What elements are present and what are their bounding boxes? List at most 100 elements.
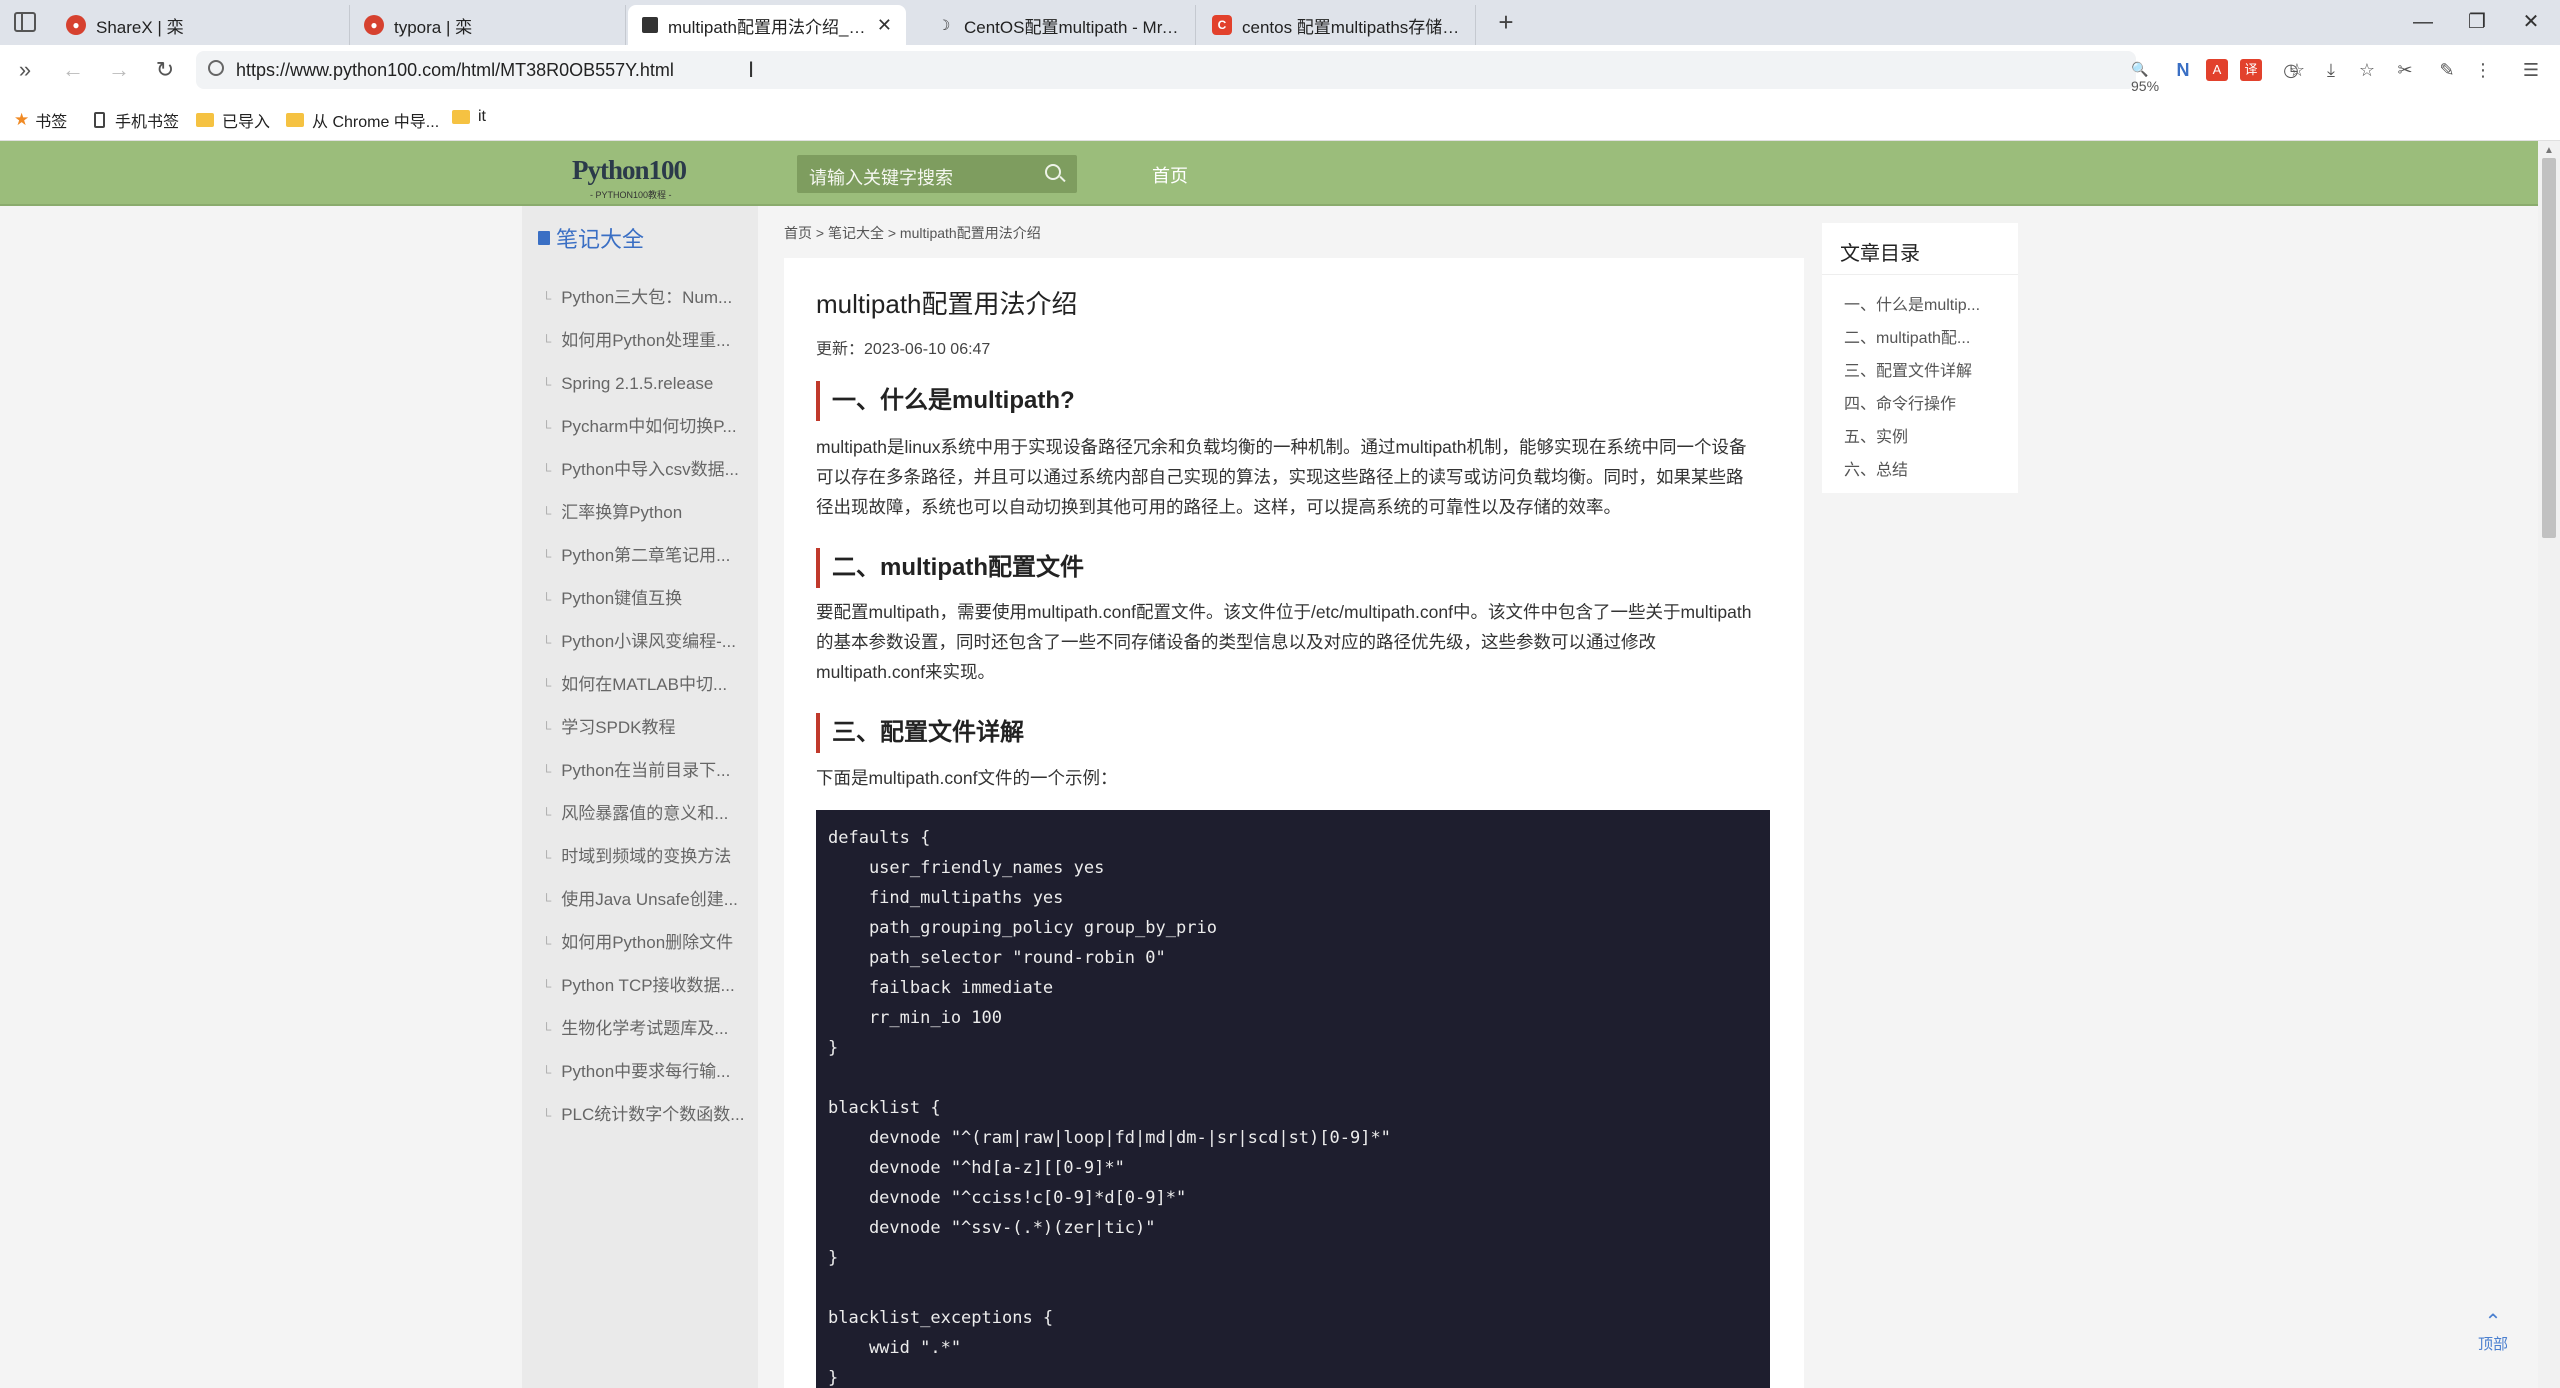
sidebar-item[interactable]: └ 汇率换算Python bbox=[522, 491, 758, 534]
tab-typora[interactable]: ● typora | 栾 bbox=[350, 5, 626, 45]
folder-icon bbox=[196, 113, 214, 127]
sidebar-item[interactable]: └ 如何用Python删除文件 bbox=[522, 921, 758, 964]
back-button[interactable]: ← bbox=[58, 55, 88, 85]
arrow-up-icon: ⌃ bbox=[2484, 1311, 2502, 1333]
history-icon[interactable]: ◷ bbox=[2280, 59, 2302, 81]
toc-divider bbox=[1822, 274, 2018, 275]
close-window-button[interactable]: ✕ bbox=[2506, 6, 2556, 38]
toc-item[interactable]: 一、什么是multip... bbox=[1844, 291, 1980, 324]
toc-item[interactable]: 三、配置文件详解 bbox=[1844, 357, 1980, 390]
book-icon bbox=[538, 231, 550, 245]
sidebar-item[interactable]: └ 学习SPDK教程 bbox=[522, 706, 758, 749]
sidebar-item[interactable]: └ Python中导入csv数据... bbox=[522, 448, 758, 491]
pdf-extension-icon[interactable]: A bbox=[2206, 59, 2228, 81]
bookmark-imported[interactable]: 已导入 bbox=[196, 108, 270, 132]
sidebar-title[interactable]: 笔记大全 bbox=[538, 222, 644, 254]
toc-item[interactable]: 五、实例 bbox=[1844, 423, 1980, 456]
article-card: multipath配置用法介绍 更新：2023-06-10 06:47 一、什么… bbox=[784, 258, 1804, 1388]
bookmark-from-chrome[interactable]: 从 Chrome 中导... bbox=[286, 108, 439, 132]
zoom-indicator[interactable]: 🔍 95% bbox=[2131, 61, 2159, 94]
site-header: Python100 - PYTHON100教程 - 请输入关键字搜索 首页 bbox=[0, 141, 2538, 206]
sidebar-item[interactable]: └ 生物化学考试题库及... bbox=[522, 1007, 758, 1050]
sidebar-item[interactable]: └ Python键值互换 bbox=[522, 577, 758, 620]
csdn-icon: C bbox=[1212, 15, 1232, 35]
sidebar-item[interactable]: └ Python三大包：Num... bbox=[522, 276, 758, 319]
section-paragraph-2: 要配置multipath，需要使用multipath.conf配置文件。该文件位… bbox=[816, 602, 1752, 682]
extension-n-icon[interactable]: N bbox=[2172, 59, 2194, 81]
list-bullet-icon: └ bbox=[542, 764, 552, 779]
tab-multipath-active[interactable]: multipath配置用法介绍_笔记大全 ✕ bbox=[628, 5, 906, 45]
list-bullet-icon: └ bbox=[542, 549, 552, 564]
new-tab-button[interactable]: + bbox=[1490, 6, 1522, 38]
sidebar-item[interactable]: └ Python在当前目录下... bbox=[522, 749, 758, 792]
bookmark-mobile[interactable]: 手机书签 bbox=[94, 108, 179, 132]
sidebar-item[interactable]: └ Python中要求每行输... bbox=[522, 1050, 758, 1093]
sidebar-item[interactable]: └ PLC统计数字个数函数... bbox=[522, 1093, 758, 1136]
sidebar-item[interactable]: └ Python TCP接收数据... bbox=[522, 964, 758, 1007]
url-field[interactable]: https://www.python100.com/html/MT38R0OB5… bbox=[196, 51, 2305, 94]
list-bullet-icon: └ bbox=[542, 1108, 552, 1123]
page-viewport: Python100 - PYTHON100教程 - 请输入关键字搜索 首页 笔记… bbox=[0, 141, 2560, 1388]
toc-item[interactable]: 六、总结 bbox=[1844, 456, 1980, 489]
sidebar-item[interactable]: └ Python小课风变编程-... bbox=[522, 620, 758, 663]
browser-tab-bar: ● ShareX | 栾 ● typora | 栾 multipath配置用法介… bbox=[0, 0, 2560, 45]
notes-sidebar: 笔记大全 └ Python三大包：Num... └ 如何用Python处理重... └ S… bbox=[522, 206, 758, 1388]
site-search-input[interactable]: 请输入关键字搜索 bbox=[797, 155, 1077, 193]
list-bullet-icon: └ bbox=[542, 1065, 552, 1080]
tab-sharex[interactable]: ● ShareX | 栾 bbox=[52, 5, 350, 45]
translate-extension-icon[interactable]: 译 bbox=[2240, 59, 2262, 81]
reload-button[interactable]: ↻ bbox=[150, 55, 180, 85]
sidebar-item[interactable]: └ 如何在MATLAB中切... bbox=[522, 663, 758, 706]
folder-icon bbox=[286, 113, 304, 127]
close-icon[interactable]: ✕ bbox=[877, 15, 892, 36]
sidebar-item[interactable]: └ 风险暴露值的意义和... bbox=[522, 792, 758, 835]
toc-list: 一、什么是multip... 二、multipath配... 三、配置文件详解 四、命… bbox=[1844, 291, 1980, 489]
tab-centos-bob[interactable]: ☽ CentOS配置multipath - Mr.Bob bbox=[920, 5, 1196, 45]
section-heading-1: 一、什么是multipath? bbox=[816, 381, 1075, 421]
download-icon[interactable]: ⤓ bbox=[2320, 59, 2342, 81]
list-bullet-icon: └ bbox=[542, 334, 552, 349]
sidebar-item[interactable]: └ 如何用Python处理重... bbox=[522, 319, 758, 362]
list-bullet-icon: └ bbox=[542, 420, 552, 435]
scrollbar-thumb[interactable] bbox=[2542, 158, 2556, 538]
sidebar-item[interactable]: └ 使用Java Unsafe创建... bbox=[522, 878, 758, 921]
sidebar-item[interactable]: └ Spring 2.1.5.release bbox=[522, 362, 758, 405]
sidebar-item[interactable]: └ Pycharm中如何切换P... bbox=[522, 405, 758, 448]
section-heading-2: 二、multipath配置文件 bbox=[816, 548, 1084, 588]
search-icon[interactable] bbox=[1045, 164, 1061, 180]
tab-centos-csdn[interactable]: C centos 配置multipaths存储多路 bbox=[1198, 5, 1476, 45]
favorites-icon[interactable]: ☆ bbox=[2356, 59, 2378, 81]
minimize-button[interactable]: — bbox=[2398, 6, 2448, 38]
scissors-icon[interactable]: ✂ bbox=[2394, 59, 2416, 81]
sidebar-item[interactable]: └ Python第二章笔记用... bbox=[522, 534, 758, 577]
bookmark-bookmarks[interactable]: ★ 书签 bbox=[14, 108, 67, 132]
list-bullet-icon: └ bbox=[542, 850, 552, 865]
back-to-top-button[interactable]: ⌃ 顶部 bbox=[2468, 1311, 2518, 1371]
restore-button[interactable]: ❐ bbox=[2452, 6, 2502, 38]
sidebar-toggle-icon[interactable] bbox=[14, 12, 36, 32]
list-bullet-icon: └ bbox=[542, 721, 552, 736]
expand-sidebar-icon[interactable]: » bbox=[10, 55, 40, 85]
logo-icon: ● bbox=[364, 15, 384, 35]
list-bullet-icon: └ bbox=[542, 1022, 552, 1037]
text-cursor-icon: I bbox=[748, 57, 755, 82]
code-block[interactable]: defaults { user_friendly_names yes find_… bbox=[816, 810, 1770, 1388]
menu-icon[interactable]: ☰ bbox=[2520, 59, 2542, 81]
site-logo[interactable]: Python100 - PYTHON100教程 - bbox=[572, 155, 687, 200]
list-bullet-icon: └ bbox=[542, 979, 552, 994]
sidebar-item[interactable]: └ 时域到频域的变换方法 bbox=[522, 835, 758, 878]
more-icon[interactable]: ⋮ bbox=[2472, 59, 2494, 81]
nav-home-link[interactable]: 首页 bbox=[1152, 162, 1188, 188]
toc-item[interactable]: 四、命令行操作 bbox=[1844, 390, 1980, 423]
breadcrumb[interactable]: 首页 > 笔记大全 > multipath配置用法介绍 bbox=[784, 223, 1041, 243]
list-bullet-icon: └ bbox=[542, 463, 552, 478]
bookmark-it[interactable]: it bbox=[452, 108, 486, 126]
scroll-up-icon[interactable]: ▲ bbox=[2544, 145, 2554, 156]
star-icon: ★ bbox=[14, 110, 30, 129]
pen-icon[interactable]: ✎ bbox=[2436, 59, 2458, 81]
moon-icon: ☽ bbox=[937, 16, 951, 33]
page-icon bbox=[642, 17, 658, 33]
page-scrollbar[interactable]: ▲ bbox=[2538, 141, 2560, 1388]
forward-button[interactable]: → bbox=[104, 55, 134, 85]
toc-item[interactable]: 二、multipath配... bbox=[1844, 324, 1980, 357]
